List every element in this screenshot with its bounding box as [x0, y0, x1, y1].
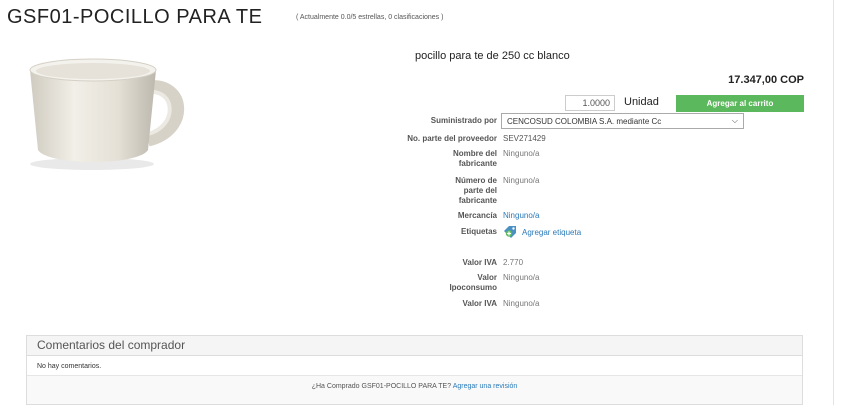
review-prompt: ¿Ha Comprado GSF01-POCILLO PARA TE? Agre…: [27, 376, 802, 404]
product-price: 17.347,00 COP: [728, 74, 804, 86]
product-image: [29, 58, 185, 170]
supplier-select[interactable]: CENCOSUD COLOMBIA S.A. mediante Cc ⌵: [501, 113, 744, 129]
product-description: pocillo para te de 250 cc blanco: [415, 50, 570, 62]
supplied-by-label: Suministrado por: [430, 116, 497, 125]
add-to-cart-button[interactable]: Agregar al carrito: [676, 95, 804, 112]
add-tag-link[interactable]: Agregar etiqueta: [522, 228, 581, 238]
manufacturer-value: Ninguno/a: [503, 149, 540, 158]
buyer-comments-panel: Comentarios del comprador No hay comenta…: [26, 335, 803, 405]
comments-empty: No hay comentarios.: [27, 356, 802, 376]
supplier-part-label: No. parte del proveedor: [407, 134, 497, 143]
rating-summary: ( Actualmente 0.0/5 estrellas, 0 clasifi…: [296, 14, 444, 21]
manufacturer-label: Nombre del fabricante: [452, 149, 497, 168]
chevron-down-icon: ⌵: [731, 116, 738, 125]
supplier-part-value: SEV271429: [503, 134, 546, 143]
merchandise-link[interactable]: Ninguno/a: [503, 211, 539, 221]
iva-label: Valor IVA: [462, 258, 497, 267]
page-right-border: [833, 0, 834, 405]
tags-label: Etiquetas: [460, 227, 497, 236]
comments-header: Comentarios del comprador: [27, 336, 802, 356]
iva2-label: Valor IVA: [462, 299, 497, 308]
review-question: ¿Ha Comprado GSF01-POCILLO PARA TE?: [311, 383, 452, 390]
unit-label: Unidad: [624, 96, 659, 108]
supplier-value: CENCOSUD COLOMBIA S.A. mediante Cc: [507, 117, 662, 126]
manufacturer-part-label: Número de parte del fabricante: [455, 176, 497, 205]
ipoconsumo-value: Ninguno/a: [503, 273, 540, 282]
iva2-value: Ninguno/a: [503, 299, 540, 308]
merchandise-label: Mercancía: [457, 211, 497, 220]
add-tag-icon[interactable]: [503, 225, 519, 238]
product-title: GSF01-POCILLO PARA TE: [7, 6, 263, 28]
add-review-link[interactable]: Agregar una revisión: [453, 383, 518, 390]
iva-value: 2.770: [503, 258, 524, 267]
ipoconsumo-label: Valor Ipoconsumo: [449, 273, 497, 292]
manufacturer-part-value: Ninguno/a: [503, 176, 540, 185]
quantity-input[interactable]: [565, 95, 615, 111]
